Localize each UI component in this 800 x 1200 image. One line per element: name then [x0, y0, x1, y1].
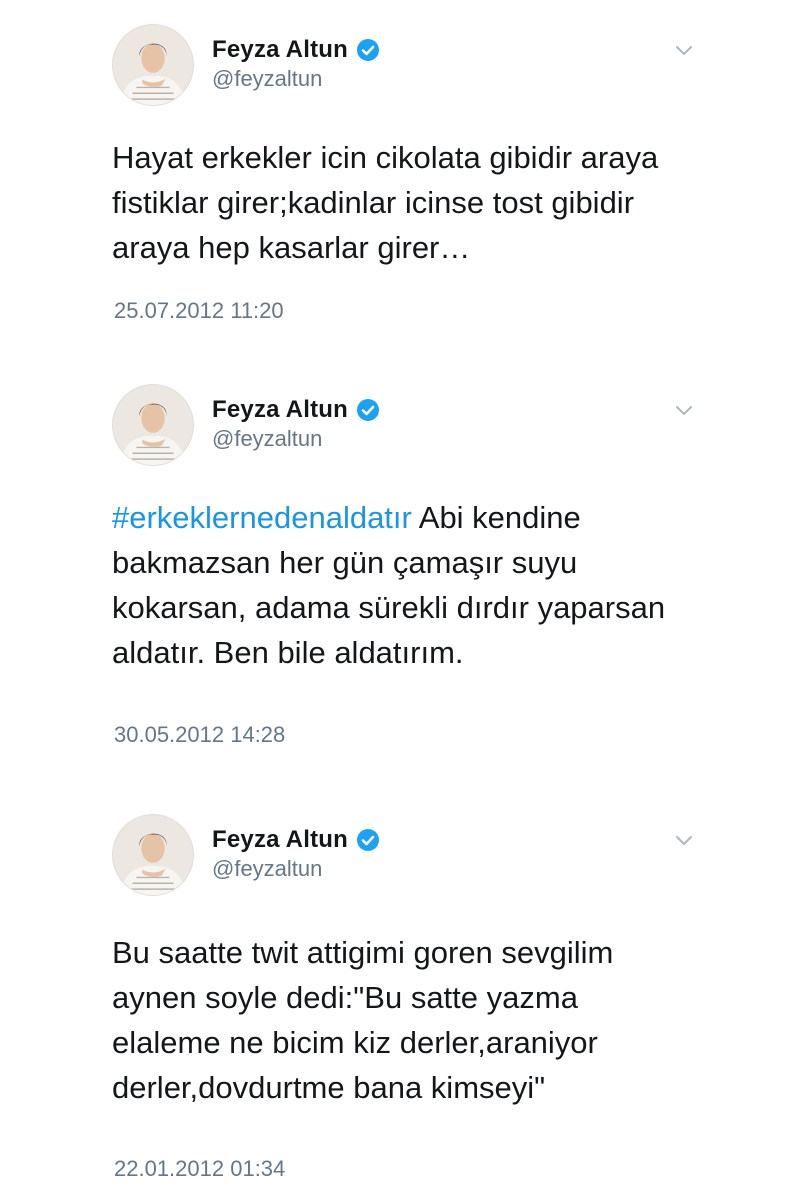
chevron-down-icon[interactable]: [672, 828, 696, 852]
chevron-down-icon[interactable]: [672, 38, 696, 62]
author-name[interactable]: Feyza Altun: [212, 826, 348, 854]
author-handle[interactable]: @feyzaltun: [212, 856, 322, 882]
tweet-text: Bu saatte twit attigimi goren sevgilim a…: [112, 935, 614, 1105]
tweet-timestamp[interactable]: 22.01.2012 01:34: [114, 1156, 285, 1182]
avatar[interactable]: [112, 24, 194, 106]
author-name[interactable]: Feyza Altun: [212, 396, 348, 424]
avatar[interactable]: [112, 814, 194, 896]
verified-badge-icon: [356, 38, 380, 62]
author-row: Feyza Altun: [212, 826, 380, 854]
verified-badge-icon: [356, 828, 380, 852]
author-row: Feyza Altun: [212, 396, 380, 424]
tweet-timestamp[interactable]: 25.07.2012 11:20: [114, 298, 284, 324]
hashtag-link[interactable]: #erkeklernedenaldatır: [112, 500, 412, 535]
avatar[interactable]: [112, 384, 194, 466]
tweet-text: #erkeklernedenaldatır Abi kendine bakmaz…: [112, 495, 692, 675]
tweet-timestamp[interactable]: 30.05.2012 14:28: [114, 722, 285, 748]
tweet-feed: Feyza Altun @feyzaltun Hayat erkekler ic…: [0, 0, 800, 1200]
verified-badge-icon: [356, 398, 380, 422]
tweet[interactable]: Feyza Altun @feyzaltun Hayat erkekler ic…: [0, 0, 800, 360]
tweet-text: Hayat erkekler icin cikolata gibidir ara…: [112, 140, 659, 265]
tweet[interactable]: Feyza Altun @feyzaltun #erkeklernedenald…: [0, 360, 800, 780]
author-handle[interactable]: @feyzaltun: [212, 66, 322, 92]
tweet[interactable]: Feyza Altun @feyzaltun Bu saatte twit at…: [0, 790, 800, 1200]
chevron-down-icon[interactable]: [672, 398, 696, 422]
author-handle[interactable]: @feyzaltun: [212, 426, 322, 452]
author-row: Feyza Altun: [212, 36, 380, 64]
author-name[interactable]: Feyza Altun: [212, 36, 348, 64]
